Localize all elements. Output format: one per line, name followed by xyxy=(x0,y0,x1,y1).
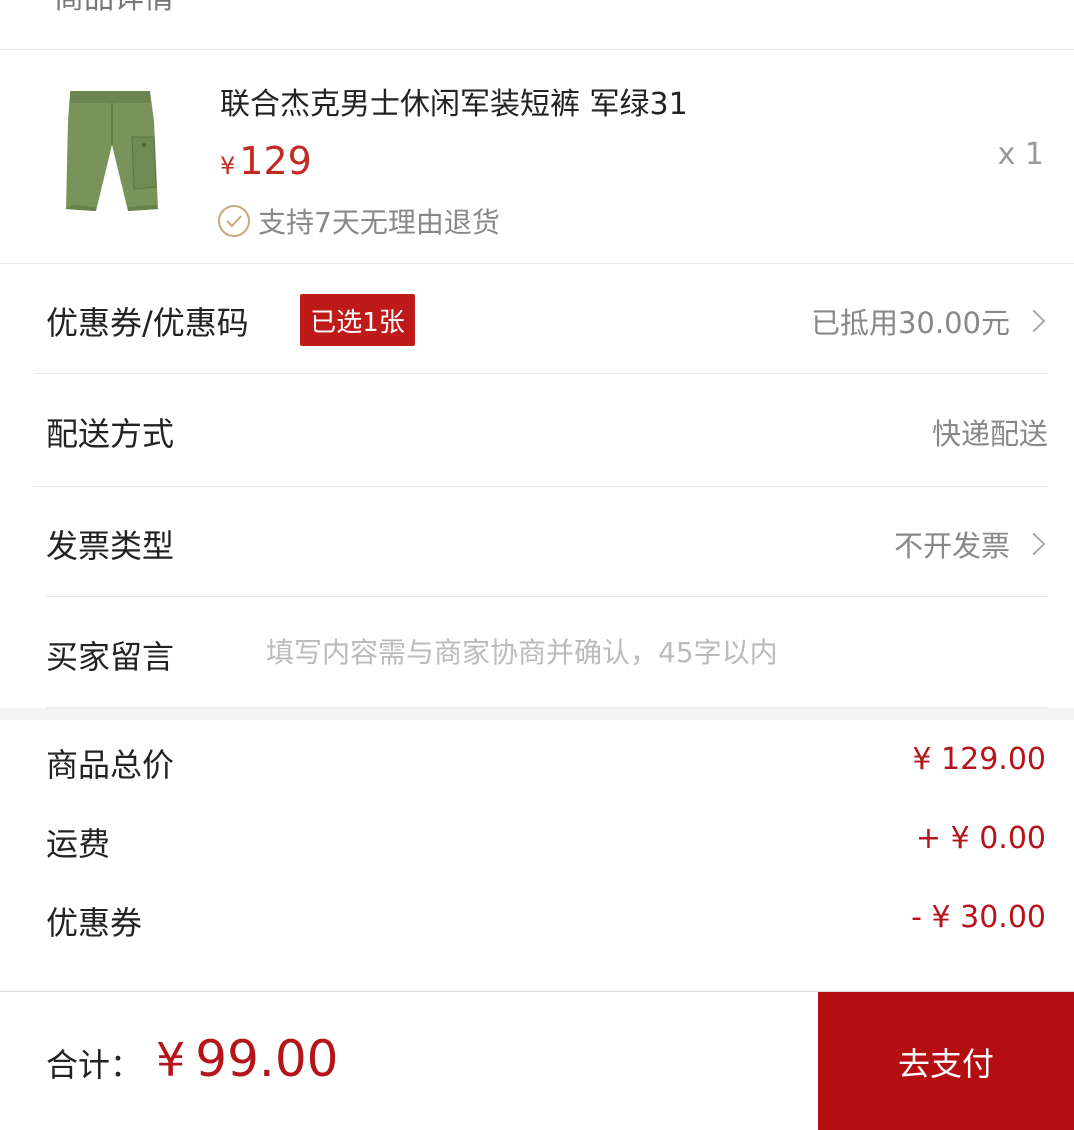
message-input[interactable] xyxy=(266,632,1026,672)
discount-value: - ¥ 30.00 xyxy=(911,900,1046,935)
chevron-right-icon xyxy=(1022,532,1046,556)
order-total: 合计： ¥ 99.00 xyxy=(46,1030,338,1088)
chevron-right-icon xyxy=(1022,309,1046,333)
message-row: 买家留言 xyxy=(46,598,1048,708)
total-currency: ¥ xyxy=(156,1033,186,1087)
check-circle-icon xyxy=(218,205,250,237)
coupon-value: 已抵用30.00元 xyxy=(811,300,1048,342)
discount-row: 优惠券 - ¥ 30.00 xyxy=(46,898,1046,948)
section-header: 商品详情 xyxy=(0,0,1074,50)
product-item[interactable]: 联合杰克男士休闲军装短裤 军绿31 ¥129 x 1 支持7天无理由退货 xyxy=(0,51,1074,264)
return-policy: 支持7天无理由退货 xyxy=(218,201,500,241)
product-name: 联合杰克男士休闲军装短裤 军绿31 xyxy=(220,87,688,122)
shipping-row: 运费 + ¥ 0.00 xyxy=(46,819,1046,869)
section-title: 商品详情 xyxy=(54,0,174,14)
shipping-value: + ¥ 0.00 xyxy=(915,821,1046,856)
message-label: 买家留言 xyxy=(46,638,175,676)
shorts-thumbnail-icon xyxy=(66,91,158,211)
delivery-row: 配送方式 快递配送 xyxy=(34,375,1048,487)
return-policy-text: 支持7天无理由退货 xyxy=(258,206,500,239)
total-amount: 99.00 xyxy=(195,1030,339,1088)
order-confirm-page: 商品详情 联合杰克男士休闲军装短裤 军绿31 ¥129 x 1 支持7天无理由退… xyxy=(0,0,1074,1130)
price-value: 129 xyxy=(239,139,312,183)
coupon-row[interactable]: 优惠券/优惠码 已选1张 已抵用30.00元 xyxy=(34,264,1048,374)
invoice-value-text: 不开发票 xyxy=(893,529,1010,563)
subtotal-row: 商品总价 ¥ 129.00 xyxy=(46,740,1046,790)
coupon-value-text: 已抵用30.00元 xyxy=(810,306,1010,340)
delivery-value: 快递配送 xyxy=(931,417,1048,451)
delivery-label: 配送方式 xyxy=(46,415,175,453)
subtotal-label: 商品总价 xyxy=(46,746,175,784)
coupon-label: 优惠券/优惠码 xyxy=(46,304,249,342)
shipping-label: 运费 xyxy=(46,825,111,863)
price-currency: ¥ xyxy=(220,152,236,180)
section-divider xyxy=(0,708,1074,720)
invoice-label: 发票类型 xyxy=(46,527,175,565)
coupon-selected-badge: 已选1张 xyxy=(300,294,415,346)
subtotal-value: ¥ 129.00 xyxy=(912,742,1046,777)
discount-label: 优惠券 xyxy=(46,904,143,942)
product-price: ¥129 xyxy=(220,139,312,183)
product-quantity: x 1 xyxy=(997,137,1044,172)
pay-button[interactable]: 去支付 xyxy=(818,992,1074,1130)
invoice-value: 不开发票 xyxy=(894,523,1048,565)
invoice-row[interactable]: 发票类型 不开发票 xyxy=(46,487,1048,597)
checkout-bar: 合计： ¥ 99.00 去支付 xyxy=(0,991,1074,1130)
total-label: 合计： xyxy=(46,1046,143,1084)
